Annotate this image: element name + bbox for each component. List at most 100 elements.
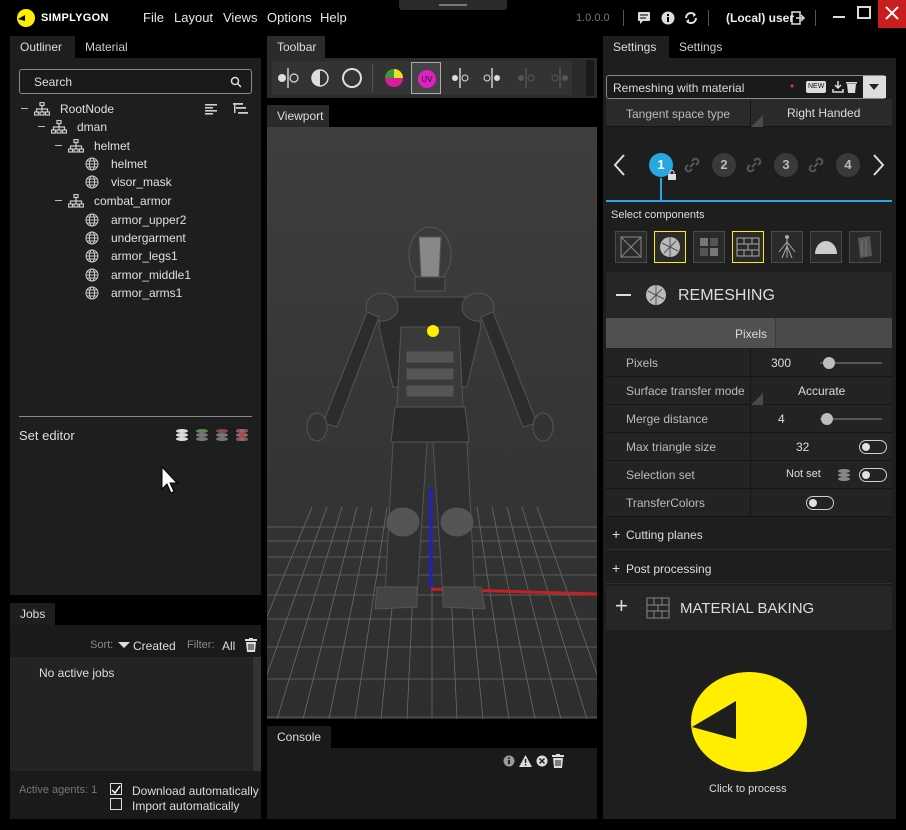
pixels-slider-knob[interactable] (823, 357, 835, 369)
maximize-icon[interactable] (857, 6, 871, 19)
sort-arrow-icon[interactable] (118, 642, 130, 648)
tree-node[interactable]: helmet (10, 155, 250, 173)
step-4[interactable]: 4 (836, 153, 860, 177)
tab-toolbar[interactable]: Toolbar (267, 36, 325, 58)
max-triangle-value[interactable]: 32 (796, 440, 809, 454)
tree-node[interactable]: helmet (10, 137, 250, 155)
jobs-scrollbar[interactable] (253, 657, 261, 771)
step-3[interactable]: 3 (774, 153, 798, 177)
warning-filter-icon[interactable] (519, 755, 532, 767)
tab-viewport[interactable]: Viewport (267, 105, 329, 127)
align-left-icon[interactable] (204, 102, 218, 116)
cutting-planes-section[interactable]: + Cutting planes (606, 520, 892, 550)
aggregation-component-icon[interactable] (693, 231, 725, 263)
transfer-colors-toggle[interactable] (806, 496, 834, 510)
set-stack-icon[interactable] (175, 428, 189, 442)
pipeline-select[interactable]: Remeshing with material • NEW (606, 75, 886, 99)
selection-set-value[interactable]: Not set (786, 468, 821, 480)
download-auto-checkbox[interactable] (110, 783, 122, 795)
toolbar-scrollbar[interactable] (586, 60, 594, 96)
material-color-icon[interactable] (379, 62, 409, 94)
set-add-icon[interactable] (195, 428, 209, 442)
info-icon[interactable] (661, 11, 675, 25)
set-remove-icon[interactable] (215, 428, 229, 442)
tree-node[interactable]: combat_armor (10, 192, 250, 210)
collapse-icon[interactable] (616, 294, 631, 296)
menu-help[interactable]: Help (320, 10, 347, 25)
sync-icon[interactable] (684, 11, 698, 25)
tree-node[interactable]: undergarment (10, 229, 250, 247)
expand-icon[interactable]: + (612, 560, 620, 576)
collapse-icon[interactable] (55, 144, 62, 146)
material-baking-header[interactable]: + MATERIAL BAKING (606, 586, 892, 630)
tab-jobs[interactable]: Jobs (10, 603, 55, 625)
half-circle-icon[interactable] (305, 62, 335, 94)
drag-handle[interactable] (399, 0, 507, 10)
impostor-component-icon[interactable] (849, 231, 881, 263)
tree-node[interactable]: dman (10, 118, 250, 136)
tab-material[interactable]: Material (75, 36, 145, 58)
selection-set-toggle[interactable] (859, 468, 887, 482)
tree-node[interactable]: armor_legs1 (10, 247, 250, 265)
tab-outliner[interactable]: Outliner (10, 36, 75, 58)
tree-node[interactable]: armor_arms1 (10, 284, 250, 302)
menu-options[interactable]: Options (267, 10, 312, 25)
visibility-component-icon[interactable] (810, 231, 842, 263)
split-left-small-icon[interactable] (445, 62, 475, 94)
sort-value[interactable]: Created (133, 639, 176, 653)
remeshing-component-icon[interactable] (654, 231, 686, 263)
tab-settings-editor[interactable]: Settings Editor (669, 36, 761, 76)
tree-node[interactable]: armor_upper2 (10, 211, 250, 229)
trash-icon[interactable] (245, 638, 257, 652)
filter-value[interactable]: All (222, 639, 235, 653)
surface-transfer-value[interactable]: Accurate (798, 384, 845, 398)
merge-distance-value[interactable]: 4 (778, 412, 785, 426)
viewport-canvas[interactable] (267, 127, 597, 719)
max-triangle-toggle[interactable] (859, 440, 887, 454)
hierarchy-list-icon[interactable] (232, 102, 248, 116)
chevron-right-icon[interactable] (872, 153, 886, 177)
new-badge[interactable]: NEW (806, 81, 827, 93)
save-download-icon[interactable] (832, 81, 844, 93)
bone-reduction-component-icon[interactable] (771, 231, 803, 263)
chevron-left-icon[interactable] (612, 153, 626, 177)
tree-node[interactable]: armor_middle1 (10, 266, 250, 284)
import-auto-checkbox[interactable] (110, 798, 122, 810)
pixels-value[interactable]: 300 (771, 356, 791, 370)
collapse-icon[interactable] (38, 126, 45, 128)
menu-layout[interactable]: Layout (174, 10, 213, 25)
menu-views[interactable]: Views (223, 10, 257, 25)
tab-console[interactable]: Console (267, 726, 331, 748)
split-left-icon[interactable] (273, 62, 303, 94)
chat-icon[interactable] (637, 11, 651, 25)
close-button[interactable] (878, 0, 906, 28)
reduction-component-icon[interactable] (615, 231, 647, 263)
step-2[interactable]: 2 (712, 153, 736, 177)
set-stack-icon[interactable] (837, 468, 851, 482)
tree-node[interactable]: visor_mask (10, 173, 250, 191)
post-processing-section[interactable]: + Post processing (606, 554, 892, 584)
delete-icon[interactable] (846, 81, 857, 93)
expand-icon[interactable]: + (612, 526, 620, 542)
expand-icon[interactable]: + (615, 595, 628, 617)
search-input[interactable]: Search (19, 69, 252, 94)
error-filter-icon[interactable] (536, 755, 548, 767)
split-right-icon[interactable] (477, 62, 507, 94)
circle-outline-icon[interactable] (337, 62, 367, 94)
menu-file[interactable]: File (143, 10, 164, 25)
collapse-icon[interactable] (55, 199, 62, 201)
collapse-icon[interactable] (21, 108, 28, 109)
remeshing-header[interactable]: REMESHING (606, 272, 892, 318)
click-to-process-label[interactable]: Click to process (709, 783, 787, 795)
set-clear-icon[interactable] (235, 428, 249, 442)
material-baking-component-icon[interactable] (732, 231, 764, 263)
merge-distance-slider-knob[interactable] (821, 413, 833, 425)
search-icon[interactable] (230, 76, 242, 88)
process-button[interactable] (690, 671, 808, 773)
clear-console-icon[interactable] (552, 754, 564, 768)
tangent-space-value[interactable]: Right Handed (787, 106, 860, 120)
info-filter-icon[interactable] (503, 755, 515, 767)
tab-settings[interactable]: Settings (603, 36, 669, 58)
logout-icon[interactable] (791, 11, 805, 25)
minimize-icon[interactable] (833, 16, 845, 18)
